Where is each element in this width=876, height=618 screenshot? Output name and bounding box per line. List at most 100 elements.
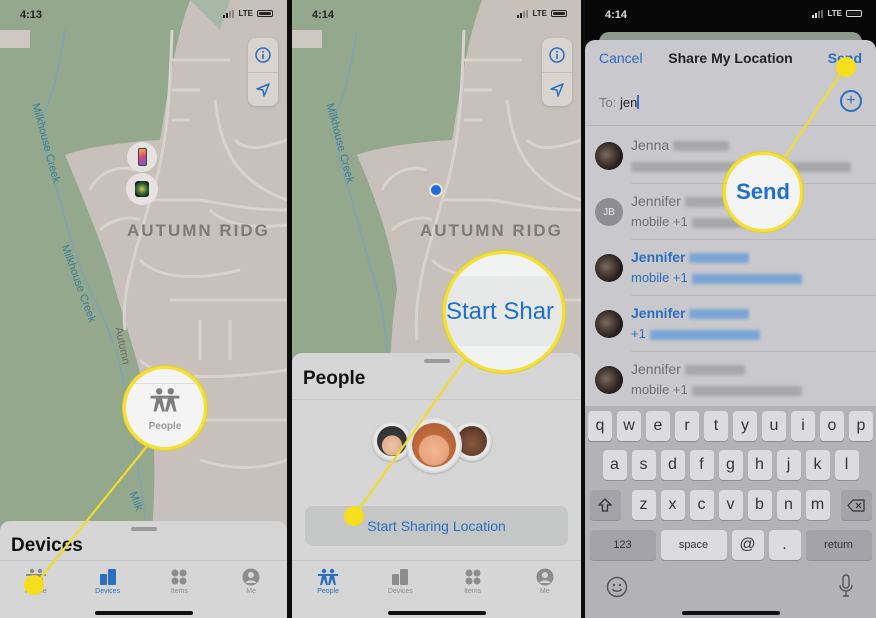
key-j[interactable]: j bbox=[776, 450, 801, 480]
key-r[interactable]: r bbox=[675, 411, 699, 441]
memoji-face bbox=[412, 423, 456, 467]
panel-divider bbox=[581, 0, 585, 618]
signal-icon bbox=[223, 9, 235, 18]
callout-people: People bbox=[123, 366, 207, 450]
key-x[interactable]: x bbox=[660, 490, 685, 520]
contact-row[interactable]: Jennifer mobile +1 bbox=[595, 352, 876, 408]
add-contact-button[interactable]: + bbox=[840, 90, 862, 112]
key-b[interactable]: b bbox=[747, 490, 772, 520]
recipient-field[interactable]: To: jen + bbox=[585, 90, 876, 126]
tab-me[interactable]: Me bbox=[215, 561, 287, 618]
tab-people[interactable]: People bbox=[292, 561, 364, 618]
key-g[interactable]: g bbox=[718, 450, 743, 480]
text-cursor bbox=[637, 95, 640, 109]
numbers-key[interactable]: 123 bbox=[589, 530, 656, 560]
status-time: 4:14 bbox=[312, 9, 335, 21]
key-w[interactable]: w bbox=[617, 411, 641, 441]
sheet-grabber[interactable] bbox=[130, 527, 157, 531]
location-button[interactable] bbox=[542, 72, 572, 106]
tab-devices[interactable]: Devices bbox=[72, 561, 144, 618]
dictation-button[interactable] bbox=[838, 574, 854, 603]
key-p[interactable]: p bbox=[849, 411, 873, 441]
sheet-title: Devices bbox=[11, 535, 83, 556]
area-label: AUTUMN RIDG bbox=[127, 221, 270, 240]
location-arrow-icon bbox=[550, 82, 564, 97]
cancel-button[interactable]: Cancel bbox=[599, 50, 643, 66]
tab-label: People bbox=[317, 588, 340, 595]
tap-indicator bbox=[836, 57, 856, 77]
key-v[interactable]: v bbox=[718, 490, 743, 520]
tab-devices[interactable]: Devices bbox=[364, 561, 436, 618]
tab-me[interactable]: Me bbox=[509, 561, 581, 618]
contact-row[interactable]: Jennifer mobile +1 bbox=[595, 240, 876, 296]
key-t[interactable]: t bbox=[704, 411, 728, 441]
info-button[interactable] bbox=[248, 38, 278, 72]
tab-label: Me bbox=[540, 588, 550, 595]
info-icon bbox=[255, 47, 271, 63]
watch-icon bbox=[135, 181, 149, 197]
key-a[interactable]: a bbox=[602, 450, 627, 480]
key-d[interactable]: d bbox=[660, 450, 685, 480]
home-indicator bbox=[387, 611, 486, 615]
network-type: LTE bbox=[238, 9, 253, 18]
return-key[interactable]: return bbox=[805, 530, 872, 560]
contact-detail: mobile +1 bbox=[631, 214, 688, 229]
phone-screen-share-location: 4:14 LTE Share My Location Cancel Send T… bbox=[585, 0, 876, 618]
microphone-icon bbox=[839, 574, 853, 597]
at-key[interactable]: @ bbox=[731, 530, 764, 560]
info-button[interactable] bbox=[542, 38, 572, 72]
keyboard-row-3: zxcvbnm bbox=[585, 490, 876, 520]
people-icon bbox=[318, 568, 339, 585]
status-time: 4:14 bbox=[605, 9, 628, 21]
avatar-memoji-2[interactable] bbox=[406, 417, 462, 473]
status-bar: 4:13 LTE bbox=[0, 8, 287, 24]
watch-pin[interactable] bbox=[126, 173, 158, 205]
delete-key[interactable] bbox=[840, 490, 872, 520]
redacted-text bbox=[689, 309, 750, 320]
key-u[interactable]: u bbox=[762, 411, 786, 441]
map-controls bbox=[542, 38, 572, 106]
iphone-pin[interactable] bbox=[127, 142, 157, 172]
redacted-text bbox=[673, 141, 730, 152]
people-sheet: People Start Sharing Location People Dev… bbox=[292, 353, 581, 618]
key-m[interactable]: m bbox=[805, 490, 830, 520]
key-f[interactable]: f bbox=[689, 450, 714, 480]
tutorial-composite: AUTUMN RIDG Milkhouse Creek Milkhouse Cr… bbox=[0, 0, 876, 618]
period-key[interactable]: . bbox=[768, 530, 801, 560]
space-key[interactable]: space bbox=[660, 530, 727, 560]
key-l[interactable]: l bbox=[834, 450, 859, 480]
tab-bar: People Devices Items Me bbox=[292, 560, 581, 618]
tab-items[interactable]: Items bbox=[144, 561, 216, 618]
key-s[interactable]: s bbox=[631, 450, 656, 480]
contact-avatar bbox=[595, 310, 623, 338]
sheet-grabber[interactable] bbox=[423, 359, 450, 363]
contact-row[interactable]: Jennifer +1 bbox=[595, 296, 876, 352]
emoji-button[interactable] bbox=[606, 576, 628, 603]
key-o[interactable]: o bbox=[820, 411, 844, 441]
map-controls bbox=[248, 38, 278, 106]
key-n[interactable]: n bbox=[776, 490, 801, 520]
panel-divider bbox=[287, 0, 292, 618]
key-c[interactable]: c bbox=[689, 490, 714, 520]
location-button[interactable] bbox=[248, 72, 278, 106]
battery-icon bbox=[551, 10, 567, 17]
contact-avatar bbox=[595, 142, 623, 170]
nav-bar: Share My Location Cancel Send bbox=[585, 50, 876, 70]
redacted-text bbox=[691, 385, 802, 396]
key-z[interactable]: z bbox=[631, 490, 656, 520]
tab-label: Items bbox=[464, 588, 482, 595]
recipient-input[interactable]: jen bbox=[620, 95, 637, 110]
devices-icon bbox=[99, 569, 116, 585]
contact-avatar bbox=[595, 254, 623, 282]
key-h[interactable]: h bbox=[747, 450, 772, 480]
people-icon bbox=[150, 388, 180, 412]
people-avatars bbox=[292, 413, 581, 483]
key-q[interactable]: q bbox=[588, 411, 612, 441]
key-k[interactable]: k bbox=[805, 450, 830, 480]
key-i[interactable]: i bbox=[791, 411, 815, 441]
key-y[interactable]: y bbox=[733, 411, 757, 441]
tab-items[interactable]: Items bbox=[437, 561, 509, 618]
key-e[interactable]: e bbox=[646, 411, 670, 441]
shift-key[interactable] bbox=[589, 490, 621, 520]
status-bar: 4:14 LTE bbox=[292, 8, 581, 24]
